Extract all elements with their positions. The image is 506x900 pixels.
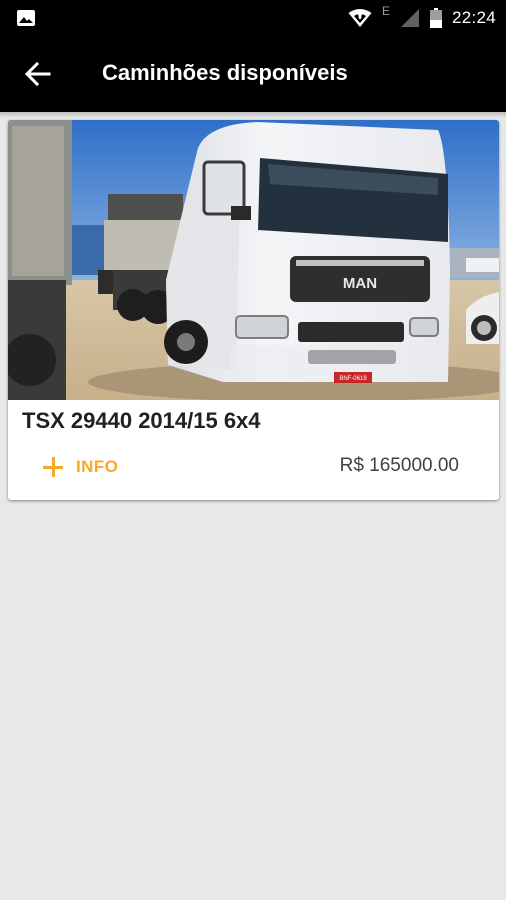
license-plate: BNF-0619 — [339, 376, 367, 382]
brand-badge: MAN — [343, 275, 377, 292]
image-icon — [17, 10, 35, 26]
plus-icon — [42, 456, 64, 478]
truck-title: TSX 29440 2014/15 6x4 — [22, 408, 261, 433]
network-type-label: E — [381, 4, 390, 18]
truck-photo[interactable]: MAN BNF-0619 — [8, 120, 499, 400]
app-bar-shadow — [0, 112, 506, 118]
battery-icon — [429, 8, 442, 28]
info-button[interactable]: INFO — [42, 452, 118, 482]
arrow-back-icon — [25, 61, 51, 87]
truck-price: R$ 165000.00 — [339, 455, 459, 476]
wifi-icon — [348, 9, 372, 27]
status-bar: E 22:24 — [0, 0, 506, 36]
app-bar: Caminhões disponíveis — [0, 36, 506, 112]
page-title: Caminhões disponíveis — [102, 60, 348, 85]
status-time: 22:24 — [451, 8, 496, 27]
truck-card[interactable]: MAN BNF-0619 TSX 29440 2014/15 6x4 INFO … — [8, 120, 499, 500]
back-button[interactable] — [14, 50, 62, 98]
signal-icon — [400, 9, 419, 27]
info-label: INFO — [76, 457, 119, 476]
truck-photo-illustration: MAN BNF-0619 — [8, 120, 499, 400]
status-icons: E 22:24 — [348, 0, 496, 36]
